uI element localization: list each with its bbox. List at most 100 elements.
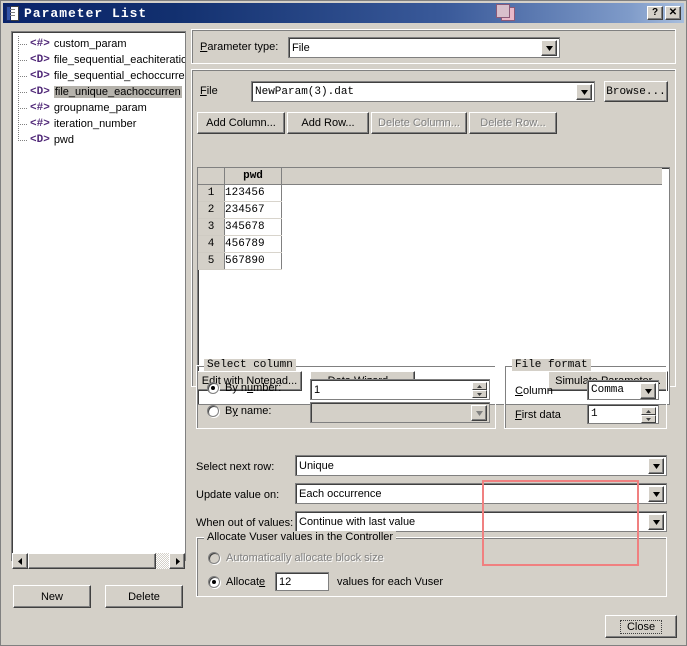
- parameter-tree[interactable]: <#> custom_param <D> file_sequential_eachit…: [11, 31, 186, 561]
- row-number[interactable]: 2: [198, 201, 225, 219]
- chevron-down-icon[interactable]: [648, 514, 664, 530]
- number-param-icon: <#>: [30, 102, 50, 114]
- row-number[interactable]: 5: [198, 252, 225, 270]
- spinner-up-down[interactable]: [641, 407, 656, 423]
- new-label: New: [40, 590, 63, 603]
- by-name-radio-row[interactable]: By name:: [207, 405, 271, 417]
- spinner-up-down[interactable]: [472, 382, 487, 398]
- by-name-radio[interactable]: [207, 405, 219, 417]
- by-name-combo[interactable]: [310, 402, 490, 423]
- title-bar: Parameter List ? ✕: [3, 3, 684, 23]
- select-next-row-value: Unique: [299, 459, 334, 472]
- manual-allocate-radio-row[interactable]: Allocate: [208, 576, 265, 588]
- file-source-group: File NewParam(3).dat Browse... Add Colum…: [191, 69, 676, 405]
- grid-cell[interactable]: 234567: [224, 201, 282, 219]
- manual-allocate-radio[interactable]: [208, 576, 220, 588]
- help-button[interactable]: ?: [647, 6, 663, 20]
- update-value-on-combo[interactable]: Each occurrence: [295, 483, 667, 504]
- number-param-icon: <#>: [30, 38, 50, 50]
- new-button[interactable]: New: [13, 585, 91, 608]
- allocate-value-input[interactable]: 12: [275, 572, 329, 591]
- chevron-down-icon[interactable]: [471, 405, 487, 421]
- scroll-right-icon[interactable]: [169, 553, 185, 569]
- delete-row-button-label: Delete Row...: [480, 117, 546, 129]
- file-param-icon: <D>: [30, 70, 50, 82]
- column-separator-combo[interactable]: Comma: [587, 380, 659, 400]
- parameter-type-label: Parameter type:: [200, 41, 279, 53]
- row-number[interactable]: 4: [198, 235, 225, 253]
- close-label: Close: [619, 619, 663, 634]
- tree-connector: [18, 100, 30, 116]
- grid-filler-cell: [281, 184, 662, 202]
- allocate-vuser-group: Allocate Vuser values in the Controller …: [196, 531, 667, 597]
- tree-item[interactable]: <D> pwd: [12, 132, 185, 148]
- spin-up-icon[interactable]: [472, 382, 487, 390]
- allocate-prefix-label: Allocate: [226, 576, 266, 588]
- tree-item[interactable]: <D> file_sequential_echoccurre: [12, 68, 185, 84]
- by-number-spinbox[interactable]: 1: [310, 379, 490, 400]
- chevron-down-icon[interactable]: [541, 40, 557, 56]
- chevron-down-icon[interactable]: [640, 383, 656, 399]
- file-format-group: File format Column Comma First data 1: [504, 359, 667, 429]
- add-column-button-label: Add Column...: [206, 117, 276, 129]
- table-row[interactable]: 4 456789: [198, 235, 662, 253]
- cascade-windows-icon: [493, 3, 517, 23]
- first-data-spinbox[interactable]: 1: [587, 404, 659, 424]
- scroll-track[interactable]: [28, 553, 169, 569]
- grid-cell[interactable]: 123456: [224, 184, 282, 202]
- close-icon[interactable]: ✕: [665, 6, 681, 20]
- by-name-label: By name:: [225, 405, 272, 417]
- grid-cell[interactable]: 567890: [224, 252, 282, 270]
- scroll-left-icon[interactable]: [12, 553, 28, 569]
- grid-cell[interactable]: 345678: [224, 218, 282, 236]
- parameter-type-combo[interactable]: File: [288, 37, 560, 58]
- table-row[interactable]: 5 567890: [198, 252, 662, 270]
- select-next-row-label: Select next row:: [196, 461, 275, 473]
- tree-connector: [18, 132, 30, 148]
- add-column-button[interactable]: Add Column...: [197, 112, 285, 134]
- table-row[interactable]: 3 345678: [198, 218, 662, 236]
- chevron-down-icon[interactable]: [648, 458, 664, 474]
- tree-item[interactable]: <#> groupname_param: [12, 100, 185, 116]
- browse-button[interactable]: Browse...: [604, 81, 668, 102]
- close-button[interactable]: Close: [605, 615, 677, 638]
- scroll-thumb[interactable]: [28, 553, 156, 569]
- tree-item-label: custom_param: [53, 38, 127, 50]
- auto-allocate-radio: [208, 552, 220, 564]
- delete-button[interactable]: Delete: [105, 585, 183, 608]
- first-data-label: First data: [515, 409, 561, 421]
- by-number-value: 1: [314, 383, 321, 396]
- grid-header-filler: [281, 168, 662, 185]
- add-row-button[interactable]: Add Row...: [287, 112, 369, 134]
- tree-item[interactable]: <#> custom_param: [12, 36, 185, 52]
- table-row[interactable]: 2 234567: [198, 201, 662, 219]
- grid-cell[interactable]: 456789: [224, 235, 282, 253]
- select-column-caption: Select column: [204, 359, 296, 371]
- delete-column-button: Delete Column...: [371, 112, 467, 134]
- row-number[interactable]: 3: [198, 218, 225, 236]
- grid-filler-cell: [281, 235, 662, 253]
- spin-down-icon[interactable]: [641, 415, 656, 423]
- file-combo[interactable]: NewParam(3).dat: [251, 81, 595, 102]
- chevron-down-icon[interactable]: [648, 486, 664, 502]
- by-number-radio[interactable]: [207, 382, 219, 394]
- when-out-of-values-value: Continue with last value: [299, 515, 416, 528]
- by-number-radio-row[interactable]: By number:: [207, 382, 281, 394]
- when-out-of-values-combo[interactable]: Continue with last value: [295, 511, 667, 532]
- table-row[interactable]: 1 123456: [198, 184, 662, 202]
- when-out-of-values-label: When out of values:: [196, 517, 294, 529]
- spin-up-icon[interactable]: [641, 407, 656, 415]
- spin-down-icon[interactable]: [472, 390, 487, 398]
- tree-item[interactable]: <D> file_sequential_eachiteratio: [12, 52, 185, 68]
- add-row-button-label: Add Row...: [301, 117, 355, 129]
- tree-item[interactable]: <D> file_unique_eachoccurren: [12, 84, 185, 100]
- chevron-down-icon[interactable]: [576, 84, 592, 100]
- column-label: Column: [515, 385, 553, 397]
- tree-connector: [18, 68, 30, 84]
- select-next-row-combo[interactable]: Unique: [295, 455, 667, 476]
- tree-item-label: file_sequential_echoccurre: [53, 70, 185, 82]
- grid-column-header[interactable]: pwd: [224, 168, 282, 185]
- row-number[interactable]: 1: [198, 184, 225, 202]
- tree-horizontal-scrollbar[interactable]: [12, 553, 185, 569]
- tree-item[interactable]: <#> iteration_number: [12, 116, 185, 132]
